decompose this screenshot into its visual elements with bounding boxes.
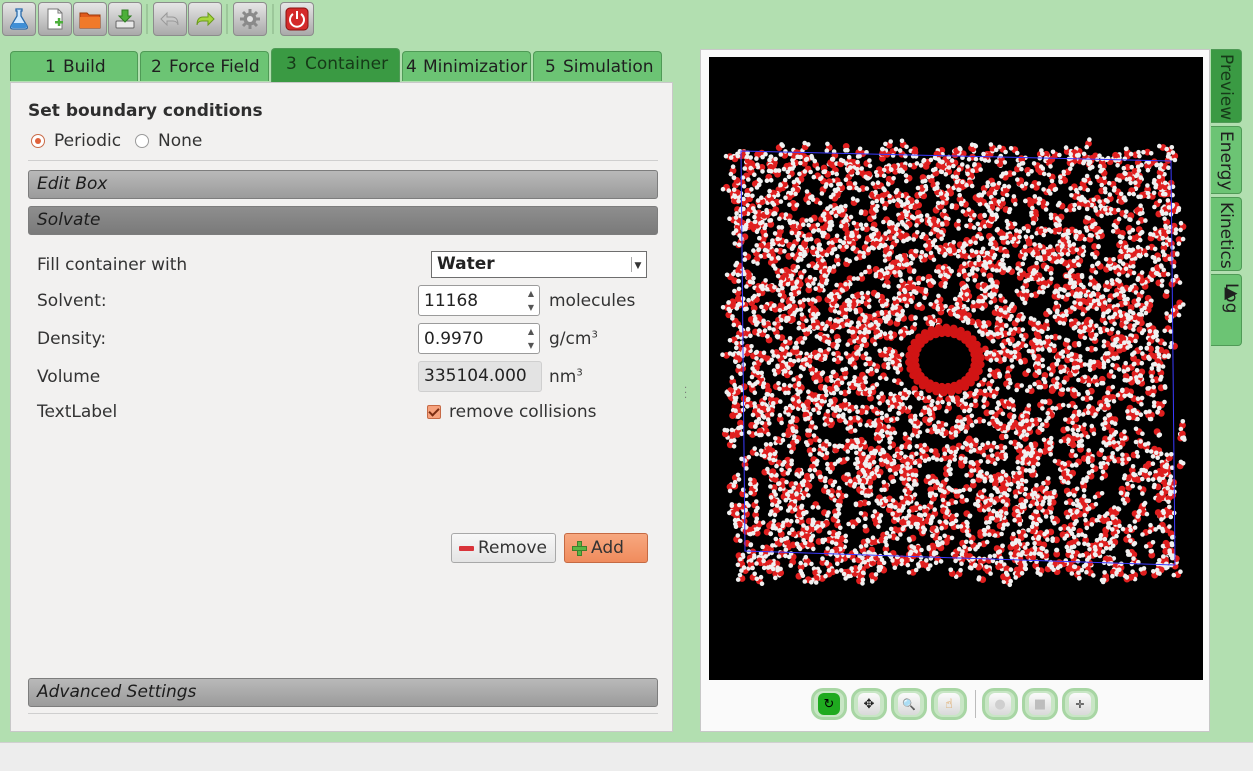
tab-number: 1 xyxy=(45,52,56,81)
side-tab-label: Preview xyxy=(1216,54,1236,120)
remove-collisions-checkbox[interactable] xyxy=(427,405,441,419)
solvent-input[interactable] xyxy=(419,286,523,315)
plus-icon xyxy=(572,541,587,556)
splitter-handle[interactable]: ··· xyxy=(684,386,688,400)
tab-force-field[interactable]: 2 Force Field xyxy=(140,51,269,81)
preview-panel: ↻ ✥ 🔍 ☝ ● ■ ✛ xyxy=(700,49,1210,732)
spin-up-icon[interactable]: ▲ xyxy=(525,325,537,338)
new-project-flask-icon[interactable] xyxy=(2,2,36,36)
main-toolbar xyxy=(0,0,1253,40)
side-tab-energy[interactable]: Energy xyxy=(1211,126,1242,194)
sphere-view-button[interactable]: ● xyxy=(982,688,1018,720)
water-box-render xyxy=(709,57,1203,680)
density-input[interactable] xyxy=(419,324,523,353)
tab-label: Container xyxy=(305,49,388,79)
volume-value: 335104.000 xyxy=(418,361,542,392)
box-view-button[interactable]: ■ xyxy=(1022,688,1058,720)
divider xyxy=(28,160,658,161)
fill-container-select[interactable]: Water ▼ xyxy=(431,251,647,278)
tab-simulation[interactable]: 5 Simulation xyxy=(533,51,662,81)
select-button[interactable]: ☝ xyxy=(931,688,967,720)
remove-button[interactable]: Remove xyxy=(451,533,556,563)
tab-number: 5 xyxy=(545,52,556,81)
divider xyxy=(28,713,658,714)
solvent-spinbox[interactable]: ▲ ▼ xyxy=(418,285,540,316)
tab-label: Force Field xyxy=(169,52,260,81)
save-download-icon[interactable] xyxy=(108,2,142,36)
toolbar-separator xyxy=(975,690,976,718)
periodic-label[interactable]: Periodic xyxy=(54,131,121,151)
side-tab-kinetics[interactable]: Kinetics xyxy=(1211,197,1242,271)
side-tab-label: Kinetics xyxy=(1216,202,1236,269)
boundary-title: Set boundary conditions xyxy=(28,101,263,121)
open-folder-icon[interactable] xyxy=(73,2,107,36)
settings-gear-icon[interactable] xyxy=(233,2,267,36)
tab-build[interactable]: 1 Build xyxy=(10,51,138,81)
rotate-icon: ↻ xyxy=(818,693,840,715)
tab-label: Minimizatior xyxy=(423,52,527,81)
chevron-down-icon[interactable]: ▼ xyxy=(631,257,644,272)
solvent-label: Solvent: xyxy=(37,291,107,311)
new-file-icon[interactable] xyxy=(38,2,72,36)
volume-label: Volume xyxy=(37,367,100,387)
zoom-button[interactable]: 🔍 xyxy=(891,688,927,720)
molecule-viewport[interactable] xyxy=(709,57,1203,680)
toolbar-separator xyxy=(272,4,274,34)
pointer-hand-icon: ☝ xyxy=(938,693,960,715)
density-unit: g/cm3 xyxy=(549,329,598,349)
advanced-settings-section-header[interactable]: Advanced Settings xyxy=(28,678,658,707)
fill-container-label: Fill container with xyxy=(37,255,187,275)
tab-label: Simulation xyxy=(563,52,654,81)
undo-arrow-icon[interactable] xyxy=(153,2,187,36)
tab-number: 3 xyxy=(286,49,297,79)
remove-button-label: Remove xyxy=(478,534,547,562)
tab-minimization[interactable]: 4 Minimizatior xyxy=(402,51,531,81)
tab-number: 2 xyxy=(151,52,162,81)
periodic-radio[interactable] xyxy=(31,134,45,148)
container-panel: Set boundary conditions Periodic None Ed… xyxy=(10,82,673,732)
status-bar xyxy=(0,742,1253,771)
volume-unit: nm3 xyxy=(549,367,583,387)
center-icon: ✛ xyxy=(1069,693,1091,715)
density-spinbox[interactable]: ▲ ▼ xyxy=(418,323,540,354)
side-tab-label: Energy xyxy=(1216,131,1236,191)
minus-icon xyxy=(459,546,474,551)
spin-down-icon[interactable]: ▼ xyxy=(525,301,537,314)
side-tab-log[interactable]: ▶ Log xyxy=(1211,274,1242,346)
box-view-icon: ■ xyxy=(1029,693,1051,715)
rotate-button[interactable]: ↻ xyxy=(811,688,847,720)
density-label: Density: xyxy=(37,329,106,349)
sphere-view-icon: ● xyxy=(989,693,1011,715)
move-button[interactable]: ✥ xyxy=(851,688,887,720)
none-label[interactable]: None xyxy=(158,131,202,151)
center-button[interactable]: ✛ xyxy=(1062,688,1098,720)
fill-container-value: Water xyxy=(437,254,495,274)
tab-container[interactable]: 3 Container xyxy=(271,48,400,82)
power-icon[interactable] xyxy=(280,2,314,36)
edit-box-section-header[interactable]: Edit Box xyxy=(28,170,658,199)
none-radio[interactable] xyxy=(135,134,149,148)
move-arrows-icon: ✥ xyxy=(858,693,880,715)
toolbar-separator xyxy=(146,4,148,34)
toolbar-separator xyxy=(226,4,228,34)
tab-number: 4 xyxy=(406,52,417,81)
add-button-label: Add xyxy=(591,534,624,562)
text-label: TextLabel xyxy=(37,402,117,422)
spin-down-icon[interactable]: ▼ xyxy=(525,339,537,352)
add-button[interactable]: Add xyxy=(564,533,648,563)
zoom-magnifier-icon: 🔍 xyxy=(898,693,920,715)
side-tab-preview[interactable]: Preview xyxy=(1211,49,1242,123)
solvent-unit: molecules xyxy=(549,291,635,311)
solvate-section-header[interactable]: Solvate xyxy=(28,206,658,235)
remove-collisions-label[interactable]: remove collisions xyxy=(449,402,597,422)
tab-label: Build xyxy=(63,52,106,81)
spin-up-icon[interactable]: ▲ xyxy=(525,287,537,300)
redo-arrow-icon[interactable] xyxy=(188,2,222,36)
